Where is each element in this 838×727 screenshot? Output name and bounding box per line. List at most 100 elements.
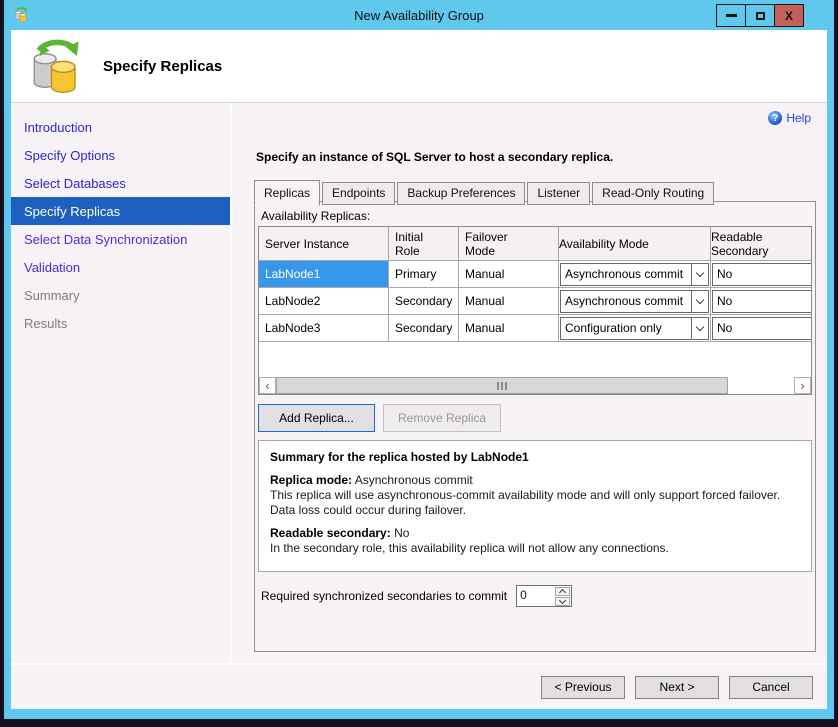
- close-button[interactable]: X: [774, 4, 804, 27]
- tab-bar: ReplicasEndpointsBackup PreferencesListe…: [254, 180, 716, 205]
- cell-server-instance[interactable]: LabNode3: [259, 315, 389, 341]
- availability-mode-value: Asynchronous commit: [561, 291, 691, 312]
- readable-secondary-dropdown[interactable]: No: [712, 317, 811, 340]
- scroll-left-icon: ‹: [265, 379, 269, 392]
- maximize-button[interactable]: [745, 4, 775, 27]
- cell-failover-mode[interactable]: Manual: [459, 288, 559, 314]
- help-link[interactable]: ? Help: [768, 111, 811, 125]
- dialog-window: New Availability Group X Specify Replica…: [4, 0, 834, 719]
- column-header-server-instance[interactable]: Server Instance: [259, 227, 389, 260]
- sidebar-item-specify-options[interactable]: Specify Options: [11, 141, 230, 169]
- scrollbar-thumb[interactable]: [276, 377, 728, 394]
- wizard-footer: < Previous Next > Cancel: [11, 663, 827, 709]
- cell-failover-mode[interactable]: Manual: [459, 315, 559, 341]
- window-controls: X: [717, 4, 804, 27]
- spinner-up-button[interactable]: [555, 587, 570, 596]
- readable-secondary-dropdown[interactable]: No: [712, 263, 811, 286]
- cell-readable-secondary: No: [711, 261, 811, 287]
- dropdown-arrow-button[interactable]: [691, 291, 708, 312]
- scrollbar-track[interactable]: [728, 377, 794, 394]
- content-panel: ? Help Specify an instance of SQL Server…: [232, 103, 827, 663]
- next-button[interactable]: Next >: [635, 676, 719, 699]
- help-icon: ?: [768, 111, 782, 125]
- chevron-down-icon: [696, 322, 704, 330]
- readable-secondary-description: In the secondary role, this availability…: [270, 541, 800, 556]
- wizard-steps: IntroductionSpecify OptionsSelect Databa…: [11, 103, 232, 663]
- main-row: IntroductionSpecify OptionsSelect Databa…: [11, 103, 827, 663]
- table-row-labnode1: LabNode1PrimaryManualAsynchronous commit…: [259, 261, 811, 288]
- horizontal-scrollbar: ‹ ›: [259, 377, 811, 394]
- replicas-tab-page: Availability Replicas: Server InstanceIn…: [254, 201, 816, 652]
- readable-secondary-value: No: [717, 267, 732, 281]
- cell-initial-role[interactable]: Secondary: [389, 315, 459, 341]
- cell-failover-mode[interactable]: Manual: [459, 261, 559, 287]
- replicas-database-icon: [27, 36, 85, 96]
- tab-listener[interactable]: Listener: [527, 182, 590, 205]
- cell-server-instance[interactable]: LabNode1: [259, 261, 389, 287]
- window-title: New Availability Group: [4, 8, 834, 23]
- quorum-spinner[interactable]: 0: [516, 585, 572, 607]
- chevron-down-icon: [559, 597, 566, 604]
- tab-read-only-routing[interactable]: Read-Only Routing: [592, 182, 714, 205]
- replica-mode-description: This replica will use asynchronous-commi…: [270, 488, 800, 518]
- replica-mode-label: Replica mode:: [270, 473, 352, 487]
- cell-availability-mode: Asynchronous commit: [559, 288, 711, 314]
- readable-secondary-value: No: [717, 321, 732, 335]
- availability-mode-dropdown[interactable]: Configuration only: [560, 317, 709, 340]
- cell-initial-role[interactable]: Primary: [389, 261, 459, 287]
- spinner-arrows: [554, 586, 571, 606]
- column-header-availability-mode[interactable]: Availability Mode: [559, 227, 711, 260]
- replica-summary-box: Summary for the replica hosted by LabNod…: [258, 440, 812, 572]
- quorum-value[interactable]: 0: [517, 586, 554, 606]
- readable-secondary-dropdown[interactable]: No: [712, 290, 811, 313]
- sidebar-item-results: Results: [11, 309, 230, 337]
- sidebar-item-specify-replicas[interactable]: Specify Replicas: [11, 197, 230, 225]
- chevron-up-icon: [559, 589, 566, 596]
- replica-mode-line: Replica mode: Asynchronous commit: [270, 473, 800, 488]
- availability-mode-dropdown[interactable]: Asynchronous commit: [560, 290, 709, 313]
- cell-availability-mode: Asynchronous commit: [559, 261, 711, 287]
- grid-header: Server InstanceInitial RoleFailover Mode…: [259, 227, 811, 261]
- minimize-button[interactable]: [716, 4, 746, 27]
- title-bar[interactable]: New Availability Group X: [4, 0, 834, 30]
- availability-replicas-label: Availability Replicas:: [261, 209, 815, 223]
- cell-server-instance[interactable]: LabNode2: [259, 288, 389, 314]
- readable-secondary-value: No: [717, 294, 732, 308]
- sidebar-item-introduction[interactable]: Introduction: [11, 113, 230, 141]
- availability-mode-value: Asynchronous commit: [561, 264, 691, 285]
- spinner-down-button[interactable]: [555, 597, 570, 606]
- window-body: Specify Replicas IntroductionSpecify Opt…: [11, 30, 827, 709]
- replicas-grid-body: LabNode1PrimaryManualAsynchronous commit…: [259, 261, 811, 342]
- quorum-label: Required synchronized secondaries to com…: [261, 589, 507, 603]
- minimize-icon: [726, 14, 737, 17]
- scroll-left-button[interactable]: ‹: [259, 377, 276, 394]
- tab-replicas[interactable]: Replicas: [254, 180, 320, 206]
- remove-replica-button[interactable]: Remove Replica: [383, 404, 501, 432]
- grid-empty-area: [259, 342, 811, 377]
- sidebar-item-select-data-synchronization[interactable]: Select Data Synchronization: [11, 225, 230, 253]
- cell-readable-secondary: No: [711, 315, 811, 341]
- previous-button[interactable]: < Previous: [541, 676, 625, 699]
- table-row-labnode2: LabNode2SecondaryManualAsynchronous comm…: [259, 288, 811, 315]
- scrollbar-grip-icon: [497, 382, 508, 390]
- availability-mode-dropdown[interactable]: Asynchronous commit: [560, 263, 709, 286]
- quorum-row: Required synchronized secondaries to com…: [261, 585, 815, 607]
- dropdown-arrow-button[interactable]: [691, 264, 708, 285]
- tab-backup-preferences[interactable]: Backup Preferences: [397, 182, 525, 205]
- tab-endpoints[interactable]: Endpoints: [322, 182, 395, 205]
- column-header-failover-mode[interactable]: Failover Mode: [459, 227, 559, 260]
- chevron-down-icon: [696, 295, 704, 303]
- sidebar-item-select-databases[interactable]: Select Databases: [11, 169, 230, 197]
- add-replica-button[interactable]: Add Replica...: [258, 404, 375, 432]
- readable-secondary-value: No: [394, 526, 409, 540]
- scroll-right-button[interactable]: ›: [794, 377, 811, 394]
- column-header-initial-role[interactable]: Initial Role: [389, 227, 459, 260]
- summary-title: Summary for the replica hosted by LabNod…: [270, 450, 800, 465]
- column-header-readable-secondary[interactable]: Readable Secondary: [711, 227, 811, 260]
- cell-readable-secondary: No: [711, 288, 811, 314]
- cancel-button[interactable]: Cancel: [729, 676, 813, 699]
- cell-initial-role[interactable]: Secondary: [389, 288, 459, 314]
- sidebar-item-validation[interactable]: Validation: [11, 253, 230, 281]
- dropdown-arrow-button[interactable]: [691, 318, 708, 339]
- replica-buttons-row: Add Replica... Remove Replica: [258, 404, 815, 432]
